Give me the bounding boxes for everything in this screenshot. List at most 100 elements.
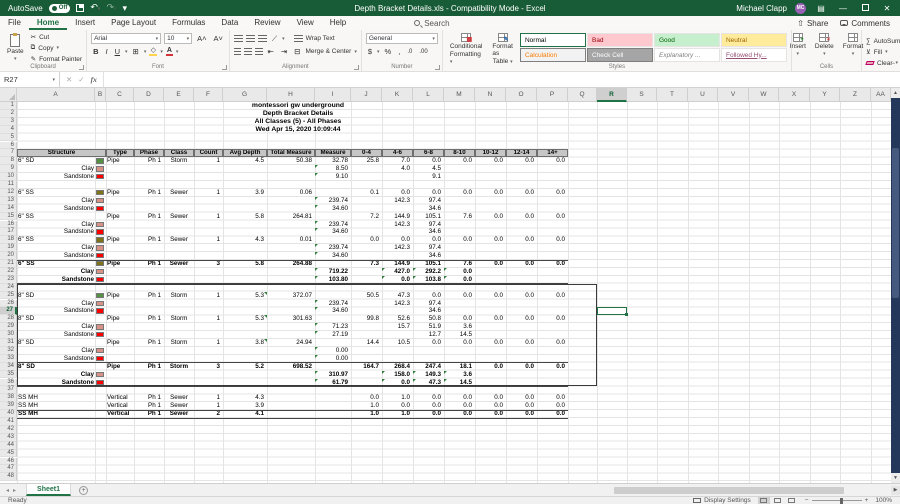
row-header-28[interactable]: 28 <box>0 315 17 323</box>
row-header-21[interactable]: 21 <box>0 260 17 268</box>
cell[interactable]: 0.0 <box>506 157 537 165</box>
undo-icon[interactable]: ↶▾ <box>90 3 100 14</box>
row-header-38[interactable]: 38 <box>0 394 17 402</box>
clipboard-dialog-launcher-icon[interactable] <box>79 65 84 70</box>
column-header-C[interactable]: C <box>106 88 134 102</box>
column-header-N[interactable]: N <box>475 88 506 102</box>
font-family-select[interactable]: Arial▾ <box>91 33 161 44</box>
cell[interactable]: 0.0 <box>537 260 568 268</box>
row-header-7[interactable]: 7 <box>0 149 17 157</box>
column-header-X[interactable]: X <box>779 88 810 102</box>
active-cell-R27[interactable] <box>597 307 627 315</box>
cell[interactable]: 0.0 <box>506 236 537 244</box>
number-dialog-launcher-icon[interactable] <box>435 65 440 70</box>
select-all-corner[interactable] <box>0 88 17 102</box>
cell[interactable]: 7.3 <box>351 260 382 268</box>
row-header-27[interactable]: 27 <box>0 307 17 315</box>
cell[interactable]: 9.10 <box>315 173 351 181</box>
align-left-icon[interactable] <box>234 48 242 55</box>
table-header-14+[interactable]: 14+ <box>537 149 568 157</box>
cell[interactable]: Ph 1 <box>134 213 164 221</box>
column-header-R[interactable]: R <box>597 88 627 102</box>
cell[interactable]: 0.0 <box>444 268 475 276</box>
column-header-K[interactable]: K <box>382 88 413 102</box>
name-box[interactable]: R27 ▾ <box>0 72 60 87</box>
align-top-icon[interactable] <box>234 35 243 42</box>
cell[interactable]: 105.1 <box>413 213 444 221</box>
cell[interactable]: Sewer <box>164 236 194 244</box>
cell[interactable]: 4.0 <box>382 165 413 173</box>
row-header-2[interactable]: 2 <box>0 110 17 118</box>
table-header-Class[interactable]: Class <box>164 149 194 157</box>
cell[interactable]: 7.6 <box>444 213 475 221</box>
cell[interactable]: 3.9 <box>223 189 267 197</box>
fill-color-icon[interactable]: ◇ <box>149 48 157 56</box>
cell[interactable]: 5.8 <box>223 260 267 268</box>
bold-button[interactable]: B <box>91 47 100 56</box>
row-header-22[interactable]: 22 <box>0 268 17 276</box>
row-header-39[interactable]: 39 <box>0 402 17 410</box>
sheet-nav-arrows[interactable]: ◂▸ <box>0 487 26 494</box>
cell-style-normal[interactable]: Normal <box>520 33 586 47</box>
cell[interactable]: 105.1 <box>413 260 444 268</box>
increase-indent-icon[interactable]: ⇥ <box>279 47 289 56</box>
decrease-font-icon[interactable]: A˅ <box>211 34 224 43</box>
menu-tab-page-layout[interactable]: Page Layout <box>103 16 164 30</box>
increase-decimal-icon[interactable]: .0 <box>405 49 414 55</box>
row-header-41[interactable]: 41 <box>0 418 17 426</box>
row-header-36[interactable]: 36 <box>0 379 17 387</box>
column-header-J[interactable]: J <box>351 88 382 102</box>
row-header-4[interactable]: 4 <box>0 126 17 134</box>
cell[interactable]: 239.74 <box>315 197 351 205</box>
currency-format-icon[interactable]: $ <box>366 47 374 56</box>
row-header-33[interactable]: 33 <box>0 355 17 363</box>
cell[interactable]: 34.6 <box>413 205 444 213</box>
cell[interactable]: 0.0 <box>444 189 475 197</box>
autosave-toggle[interactable]: Off <box>49 4 71 13</box>
column-header-I[interactable]: I <box>315 88 351 102</box>
cell[interactable]: Pipe <box>106 189 134 197</box>
row-header-25[interactable]: 25 <box>0 292 17 300</box>
cell[interactable]: 50.38 <box>267 157 315 165</box>
page-break-view-button[interactable] <box>786 497 798 504</box>
user-name[interactable]: Michael Clapp <box>736 4 787 13</box>
merge-center-button[interactable]: ⊟ Merge & Center ▾ <box>292 47 357 57</box>
cell[interactable]: 239.74 <box>315 221 351 229</box>
autosum-button[interactable]: ∑ AutoSum ▾ <box>866 36 900 46</box>
zoom-level[interactable]: 100% <box>875 497 892 504</box>
row-header-16[interactable]: 16 <box>0 221 17 229</box>
restore-button[interactable] <box>858 4 872 13</box>
cell[interactable]: 34.60 <box>315 205 351 213</box>
row-header-31[interactable]: 31 <box>0 339 17 347</box>
row-header-48[interactable]: 48 <box>0 473 17 481</box>
cell[interactable]: Sewer <box>164 189 194 197</box>
row-header-3[interactable]: 3 <box>0 118 17 126</box>
cell[interactable]: 0.06 <box>267 189 315 197</box>
column-header-D[interactable]: D <box>134 88 164 102</box>
format-painter-button[interactable]: ✎ Format Painter <box>31 54 82 64</box>
conditional-formatting-button[interactable]: ▦ Conditional Formatting ▾ <box>447 32 486 66</box>
row-header-26[interactable]: 26 <box>0 300 17 308</box>
percent-format-icon[interactable]: % <box>383 47 394 56</box>
table-header-0-4[interactable]: 0-4 <box>351 149 382 157</box>
borders-icon[interactable]: ⊞ <box>131 47 141 56</box>
cell[interactable]: Ph 1 <box>134 236 164 244</box>
cell[interactable]: 34.60 <box>315 228 351 236</box>
cell[interactable]: 0.0 <box>537 213 568 221</box>
align-middle-icon[interactable] <box>246 35 255 42</box>
delete-cells-button[interactable]: × Delete▾ <box>812 32 837 58</box>
cell[interactable]: 142.3 <box>382 197 413 205</box>
cell[interactable]: 32.78 <box>315 157 351 165</box>
row-header-45[interactable]: 45 <box>0 450 17 458</box>
cell-style-calculation[interactable]: Calculation <box>520 48 586 62</box>
search-box[interactable]: Search <box>414 19 449 28</box>
cell[interactable]: 0.0 <box>506 394 537 402</box>
cell[interactable]: 0.0 <box>475 189 506 197</box>
scroll-up-icon[interactable]: ▲ <box>891 88 900 98</box>
cell[interactable]: 427.0 <box>382 268 413 276</box>
row-header-43[interactable]: 43 <box>0 434 17 442</box>
enter-icon[interactable]: ✓ <box>78 75 84 84</box>
column-header-T[interactable]: T <box>657 88 688 102</box>
cell[interactable]: 7.0 <box>382 157 413 165</box>
align-right-icon[interactable] <box>255 48 263 55</box>
